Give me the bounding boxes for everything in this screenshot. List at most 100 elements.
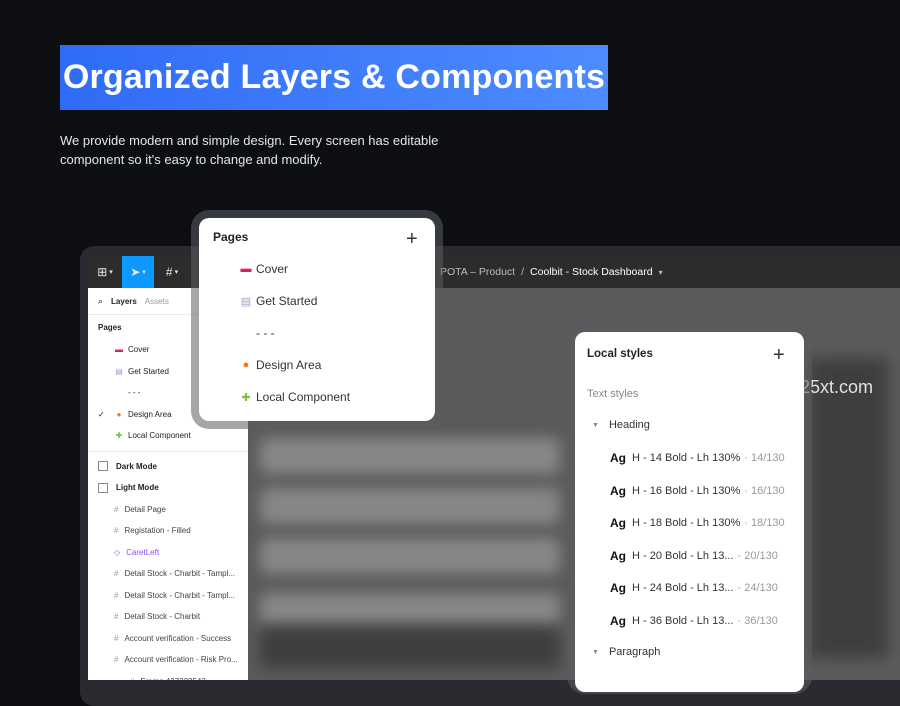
text-style-size: · 16/130	[744, 484, 785, 497]
fire-icon: ●	[116, 409, 122, 419]
paragraph-group[interactable]: ▼ Paragraph	[592, 646, 660, 658]
divider	[88, 450, 248, 452]
text-style-row[interactable]: Ag H - 14 Bold - Lh 130% · 14/130	[610, 451, 790, 465]
frame-hash-icon: #	[114, 526, 119, 536]
text-style-size: · 14/130	[744, 452, 785, 464]
figma-logo-icon: ⊞	[97, 265, 108, 279]
page-item-label: Get Started	[256, 294, 318, 308]
chevron-down-icon[interactable]: ▾	[659, 268, 663, 277]
frame-layer-label: Light Mode	[116, 483, 159, 493]
tab-assets[interactable]: Assets	[145, 297, 169, 306]
frame-hash-icon: #	[114, 655, 119, 665]
text-style-preview: Ag	[610, 581, 626, 595]
caret-down-icon: ▼	[592, 648, 599, 656]
text-style-preview: Ag	[610, 613, 626, 628]
frame-hash-icon: #	[114, 633, 119, 643]
puzzle-icon: ✚	[241, 391, 251, 404]
blurred-element	[260, 628, 560, 668]
book-icon: ▬	[115, 345, 123, 355]
blurred-element	[260, 538, 560, 574]
page-item-label: - - -	[256, 326, 275, 340]
page-item-label: - - -	[128, 388, 141, 398]
heading-group[interactable]: ▼ Heading	[592, 419, 650, 431]
text-style-preview: Ag	[610, 451, 626, 465]
frame-layer[interactable]: Dark Mode	[88, 456, 248, 478]
text-style-size: · 20/130	[737, 549, 778, 562]
layer-row[interactable]: # Detail Stock - Charbit	[88, 606, 248, 628]
layer-row[interactable]: ◇ CaretLeft	[88, 542, 248, 564]
text-style-size: · 24/130	[737, 582, 778, 594]
page-item-label: Local Component	[256, 390, 351, 404]
text-style-name: H - 24 Bold - Lh 13...	[632, 582, 734, 594]
layer-row[interactable]: # Detail Page	[88, 499, 248, 521]
blurred-element	[260, 593, 560, 623]
frame-hash-icon: #	[114, 590, 119, 600]
frame-layer[interactable]: Light Mode	[88, 477, 248, 499]
move-tool-button[interactable]: ➤ ▾	[122, 256, 154, 288]
layer-row[interactable]: #Frame 427323543	[88, 671, 248, 680]
page-item[interactable]: ▤ Get Started	[239, 294, 318, 308]
chevron-down-icon: ▾	[109, 269, 113, 276]
text-style-preview: Ag	[610, 483, 626, 498]
local-styles-panel: Local styles + Text styles ▼ Heading Ag H…	[575, 332, 804, 692]
blurred-element	[260, 488, 560, 524]
layer-row[interactable]: # Account verification - Risk Pro...	[88, 649, 248, 671]
layer-row[interactable]: # Detail Stock - Charbit - Tampl...	[88, 563, 248, 585]
page-item-label: Cover	[128, 345, 150, 355]
layer-row[interactable]: # Account verification - Success	[88, 628, 248, 650]
hero-banner: Organized Layers & Components	[60, 45, 608, 110]
breadcrumb-separator: /	[521, 266, 525, 278]
frame-icon	[98, 461, 108, 472]
breadcrumb-file[interactable]: Coolbit - Stock Dashboard	[530, 266, 653, 278]
text-style-row[interactable]: Ag H - 36 Bold - Lh 13... · 36/130	[610, 614, 790, 628]
layer-label: Detail Page	[124, 504, 166, 514]
paragraph-group-label: Paragraph	[608, 646, 661, 658]
layer-row[interactable]: # Detail Stock - Charbit - Tampl...	[88, 585, 248, 607]
layer-label: Detail Stock - Charbit	[124, 612, 201, 622]
text-style-preview: Ag	[610, 548, 626, 563]
text-style-row[interactable]: Ag H - 18 Bold - Lh 130% · 18/130	[610, 516, 790, 530]
page-item-label: Cover	[256, 262, 289, 276]
breadcrumb: POTA – Product / Coolbit - Stock Dashboa…	[440, 256, 663, 288]
fire-icon: ●	[242, 359, 250, 371]
breadcrumb-project[interactable]: POTA – Product	[440, 266, 515, 278]
tab-layers[interactable]: Layers	[111, 297, 137, 306]
heading-group-label: Heading	[608, 419, 650, 431]
text-style-size: · 36/130	[737, 614, 778, 627]
text-style-row[interactable]: Ag H - 16 Bold - Lh 130% · 16/130	[610, 484, 790, 498]
chevron-down-icon: ▾	[142, 269, 146, 276]
page-item[interactable]: ● Design Area	[239, 358, 322, 372]
frame-tool-button[interactable]: # ▾	[158, 256, 186, 288]
text-style-preview: Ag	[610, 516, 626, 530]
page-item[interactable]: ✚ Local Component	[239, 390, 350, 404]
add-style-icon[interactable]: +	[773, 345, 785, 365]
text-style-name: H - 18 Bold - Lh 130%	[632, 517, 741, 529]
page-item-label: Get Started	[128, 366, 169, 376]
page-item[interactable]: - - -	[239, 326, 275, 340]
blurred-element	[260, 438, 560, 474]
pointer-icon: ➤	[130, 265, 141, 279]
layers-list: # Detail Page # Registation - Filled ◇ CaretL…	[88, 499, 248, 680]
book-icon: ▬	[240, 263, 252, 275]
pages-popup-title: Pages	[213, 230, 249, 244]
search-icon[interactable]: ⌕	[98, 296, 103, 307]
text-style-size: · 18/130	[744, 517, 785, 529]
document-icon: ▤	[115, 366, 123, 376]
page-item[interactable]: ▬ Cover	[239, 262, 289, 276]
text-style-name: H - 20 Bold - Lh 13...	[632, 549, 734, 562]
text-style-name: H - 36 Bold - Lh 13...	[632, 614, 734, 627]
frame-layer-label: Dark Mode	[116, 461, 157, 471]
chevron-down-icon: ▾	[174, 269, 179, 276]
frames-list: Dark Mode Light Mode	[88, 456, 248, 499]
layer-label: Account verification - Success	[124, 633, 232, 643]
text-style-row[interactable]: Ag H - 24 Bold - Lh 13... · 24/130	[610, 581, 790, 595]
add-page-icon[interactable]: +	[406, 229, 418, 249]
frame-hash-icon: #	[114, 504, 119, 514]
layer-row[interactable]: # Registation - Filled	[88, 520, 248, 542]
text-style-row[interactable]: Ag H - 20 Bold - Lh 13... · 20/130	[610, 549, 790, 563]
pages-popup: Pages + ▬ Cover ▤ Get Started - - - ● Design A…	[199, 218, 435, 421]
hero-title: Organized Layers & Components	[62, 58, 606, 96]
caret-down-icon: ▼	[592, 421, 599, 429]
main-menu-button[interactable]: ⊞ ▾	[90, 256, 120, 288]
layer-label: CaretLeft	[126, 547, 160, 557]
